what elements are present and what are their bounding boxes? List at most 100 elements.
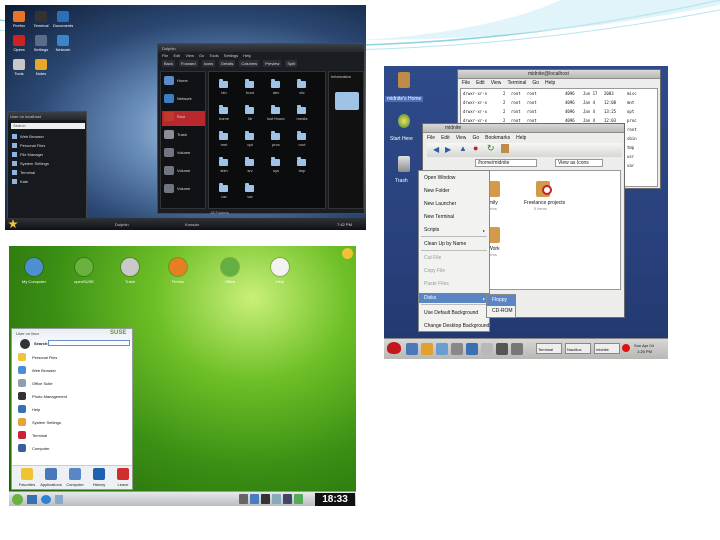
panel-task-button[interactable]: Terminal (536, 343, 562, 354)
suse-kickoff-item[interactable]: Photo Management (32, 394, 67, 399)
suse-tab[interactable]: Applications (40, 482, 62, 487)
context-menu-item[interactable]: Scripts (424, 227, 439, 233)
context-menu-item[interactable]: Copy File (424, 268, 445, 274)
suse-tab[interactable]: History (88, 482, 110, 487)
tray-icon[interactable] (294, 494, 303, 504)
places-item[interactable]: Home (177, 78, 188, 83)
settings-icon[interactable] (35, 35, 47, 46)
suse-tab[interactable]: Computer (64, 482, 86, 487)
folder-icon[interactable] (297, 131, 306, 140)
panel-launcher-icon[interactable] (496, 343, 508, 355)
suse-kickoff-item[interactable]: Office Suite (32, 381, 53, 386)
context-menu-item[interactable]: Clean Up by Name (424, 241, 466, 247)
suse-kickoff-item[interactable]: Terminal (32, 433, 47, 438)
places-item[interactable]: Trash (177, 132, 187, 137)
panel-launcher-icon[interactable] (421, 343, 433, 355)
trash-icon[interactable] (398, 156, 410, 172)
places-item[interactable]: Volume (177, 150, 190, 155)
terminal-menu-item[interactable]: Edit (476, 80, 485, 86)
folder-icon[interactable] (271, 105, 280, 114)
dolphin-toolbar-button[interactable]: Columns (239, 60, 260, 67)
suse-tab-icon[interactable] (69, 468, 81, 480)
nautilus-menu-item[interactable]: Go (472, 135, 479, 141)
nautilus-menu-item[interactable]: View (456, 135, 467, 141)
panel-task-button[interactable]: Nautilus (565, 343, 591, 354)
tools-icon[interactable] (13, 59, 25, 70)
folder-icon[interactable] (271, 79, 280, 88)
kickoff-item[interactable]: Web Browser (20, 134, 44, 139)
home-icon[interactable] (501, 144, 509, 153)
network-icon[interactable] (57, 35, 69, 46)
places-item[interactable]: Network (177, 96, 192, 101)
kickoff-item[interactable]: File Manager (20, 152, 43, 157)
terminal-icon[interactable] (35, 11, 47, 22)
submenu-cdrom[interactable]: CD-ROM (492, 308, 513, 314)
forward-arrow-icon[interactable]: ▶ (445, 146, 451, 154)
nautilus-menu-item[interactable]: File (427, 135, 435, 141)
cashew-icon[interactable] (342, 248, 353, 259)
context-menu-item[interactable]: Paste Files (424, 281, 449, 287)
browser-icon[interactable] (41, 495, 51, 504)
context-menu-item[interactable]: New Folder (424, 188, 450, 194)
dolphin-toolbar-button[interactable]: Split (285, 60, 298, 67)
folder-icon[interactable] (297, 105, 306, 114)
dolphin-menu-item[interactable]: Go (199, 53, 204, 58)
tray-icon[interactable] (283, 494, 292, 504)
folder-icon[interactable] (219, 183, 228, 192)
panel-launcher-icon[interactable] (466, 343, 478, 355)
kickoff-item[interactable]: System Settings (20, 161, 49, 166)
tray-icon[interactable] (250, 494, 259, 504)
folder-icon[interactable] (297, 79, 306, 88)
folder-icon[interactable] (245, 131, 254, 140)
folder-icon[interactable] (271, 157, 280, 166)
terminal-menu-item[interactable]: Help (545, 80, 555, 86)
suse-search-input[interactable] (48, 340, 130, 346)
places-item[interactable]: Volume (177, 186, 190, 191)
panel-launcher-icon[interactable] (481, 343, 493, 355)
suse-tab[interactable]: Favorites (16, 482, 38, 487)
nautilus-menu-item[interactable]: Edit (441, 135, 450, 141)
context-menu-item[interactable]: Cut File (424, 255, 441, 261)
suse-tab-icon[interactable] (45, 468, 57, 480)
dolphin-menu-item[interactable]: Tools (209, 53, 218, 58)
terminal-menu-item[interactable]: Terminal (507, 80, 526, 86)
panel-launcher-icon[interactable] (511, 343, 523, 355)
suse-tab-icon[interactable] (117, 468, 129, 480)
suse-kickoff-item[interactable]: System Settings (32, 420, 61, 425)
places-item[interactable]: Root (177, 114, 185, 119)
dolphin-menu-item[interactable]: Help (243, 53, 251, 58)
suse-tab[interactable]: Leave (112, 482, 134, 487)
folder-icon[interactable] (245, 157, 254, 166)
nautilus-menu-item[interactable]: Help (516, 135, 526, 141)
folder-icon[interactable] (219, 157, 228, 166)
context-menu-item[interactable]: New Launcher (424, 201, 456, 207)
reload-icon[interactable]: ↻ (487, 144, 495, 153)
tray-icon[interactable] (272, 494, 281, 504)
alert-icon[interactable] (622, 344, 630, 352)
dolphin-menu-item[interactable]: Settings (224, 53, 238, 58)
kickoff-star-icon[interactable] (8, 219, 18, 229)
taskbar-task-2[interactable]: Konsole (185, 222, 199, 227)
firefox-icon[interactable] (169, 258, 187, 276)
taskbar-task-1[interactable]: Dolphin (115, 222, 129, 227)
folder-icon[interactable] (219, 79, 228, 88)
stop-icon[interactable]: ● (473, 144, 478, 153)
notes-icon[interactable] (35, 59, 47, 70)
dolphin-toolbar-button[interactable]: Back (162, 60, 175, 67)
panel-launcher-icon[interactable] (451, 343, 463, 355)
tray-icon[interactable] (261, 494, 270, 504)
dolphin-menu-item[interactable]: View (185, 53, 194, 58)
kickoff-item[interactable]: Terminal (20, 170, 35, 175)
folder-icon[interactable] (219, 105, 228, 114)
office-icon[interactable] (221, 258, 239, 276)
terminal-menu-item[interactable]: File (462, 80, 470, 86)
suse-kickoff-item[interactable]: Personal Files (32, 355, 57, 360)
trash-can-icon[interactable] (121, 258, 139, 276)
folder-icon[interactable] (219, 131, 228, 140)
folder-icon[interactable] (271, 131, 280, 140)
dolphin-toolbar-button[interactable]: Forward (178, 60, 198, 67)
dolphin-menu-item[interactable]: File (162, 53, 168, 58)
up-arrow-icon[interactable]: ▲ (459, 145, 467, 153)
suse-kickoff-item[interactable]: Web Browser (32, 368, 56, 373)
opensuse-icon[interactable] (75, 258, 93, 276)
